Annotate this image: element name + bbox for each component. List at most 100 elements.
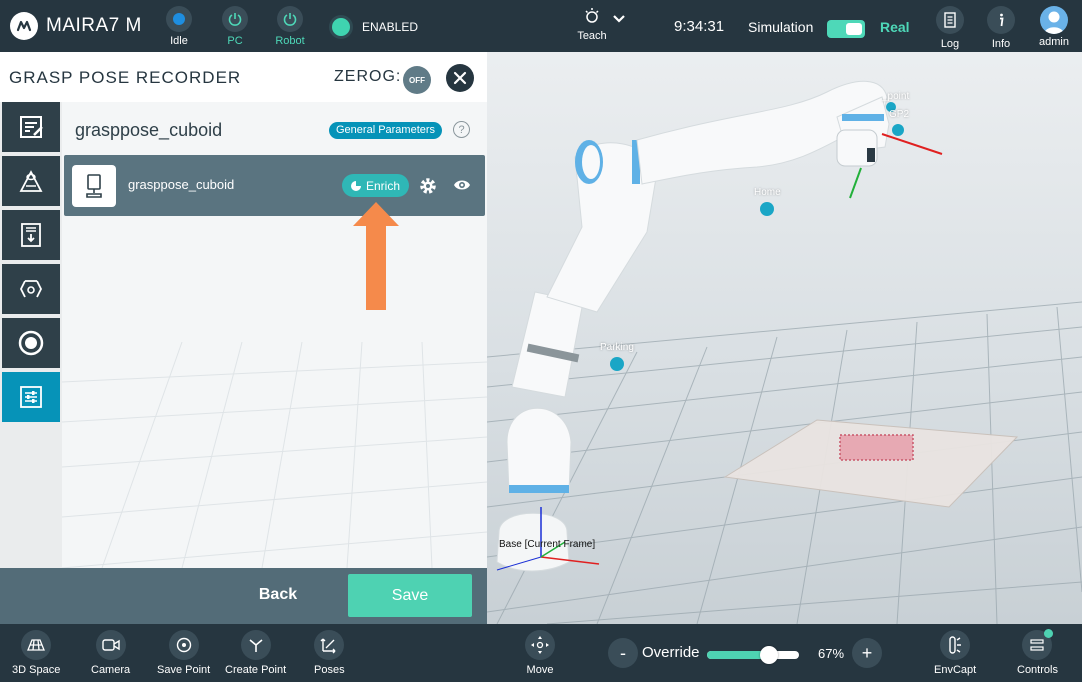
avatar-icon [1040,6,1068,34]
tab-record[interactable] [2,318,60,370]
override-value: 67% [818,646,845,661]
enrich-label: Enrich [366,178,401,193]
move-button[interactable]: Move [525,630,555,676]
panel-content: grasppose_cuboid General Parameters ? gr… [62,102,487,568]
user-label: admin [1039,36,1069,48]
panel-header: GRASP POSE RECORDER ZEROG: OFF [0,52,487,102]
environment-capture-icon [949,636,962,654]
save-button[interactable]: Save [348,574,472,617]
override-slider-handle[interactable] [759,646,778,664]
info-button[interactable]: Info [981,6,1021,50]
back-button[interactable]: Back [238,586,318,604]
controls-status-dot-icon [1044,629,1054,638]
user-menu-button[interactable]: admin [1034,6,1074,48]
teach-mode-button[interactable]: Teach [572,6,612,42]
enabled-status-label: ENABLED [362,20,419,34]
move-arrows-icon [531,636,549,654]
enabled-status-icon [332,18,350,36]
controls-icon [1030,639,1045,651]
controls-button[interactable]: Controls [1017,629,1058,676]
clock: 9:34:31 [674,18,725,35]
tab-download[interactable] [2,210,60,262]
gp2-point-label: GP2 [889,109,910,120]
eye-icon [454,180,470,190]
camera-icon [101,639,120,651]
sliders-icon [20,386,42,408]
robot-power-button[interactable]: Robot [270,6,310,47]
camera-label: Camera [91,664,131,676]
override-increase-button[interactable]: + [852,638,882,668]
zerog-toggle[interactable]: OFF [403,66,431,94]
save-point-icon [176,637,191,653]
pc-label: PC [227,35,243,47]
download-box-icon [21,223,41,247]
save-point-label: Save Point [157,664,211,676]
close-button[interactable] [446,64,474,92]
edit-document-icon [20,116,43,138]
simulation-real-toggle[interactable] [827,20,865,38]
robot-model-name: MAIRA7 M [46,15,142,36]
help-icon[interactable]: ? [453,121,470,138]
general-parameters-button[interactable]: General Parameters [329,122,443,139]
simulation-label: Simulation [748,19,814,35]
poses-button[interactable]: Poses [314,630,345,676]
settings-button[interactable] [418,176,438,201]
envcapt-button[interactable]: EnvCapt [934,630,976,676]
project-name: grasppose_cuboid [75,120,223,140]
poses-icon [320,638,336,654]
3d-viewport[interactable]: _point GP2 Home Parking Base [Current Fr… [487,52,1082,624]
tab-gripper[interactable] [2,264,60,316]
bottom-bar: 3D Space Camera Save Point Create Point … [0,624,1082,682]
item-name: grasppose_cuboid [128,177,235,192]
robot-label: Robot [275,35,305,47]
panel-footer: Back Save [0,568,487,624]
list-item[interactable]: grasppose_cuboid Enrich [64,155,485,216]
tab-object-view[interactable] [2,156,60,208]
3d-space-button[interactable]: 3D Space [12,630,60,676]
tcp-point-label: _point [882,91,910,102]
zerog-label: ZEROG: [334,68,402,85]
visibility-button[interactable] [453,178,471,197]
object-file-icon [86,174,102,198]
create-point-button[interactable]: Create Point [225,630,286,676]
enrich-icon [351,180,361,191]
enrich-button[interactable]: Enrich [342,174,410,197]
poses-label: Poses [314,664,345,676]
move-label: Move [526,664,554,676]
override-slider[interactable] [707,646,799,664]
power-icon [283,13,297,26]
side-tab-bar [0,102,62,568]
log-label: Log [940,38,960,50]
grid-3d-icon [27,639,46,651]
top-bar: MAIRA7 M Idle PC Robot ENABLED Teach 9:3… [0,0,1082,52]
override-decrease-button[interactable]: - [608,638,638,668]
idle-label: Idle [170,35,188,47]
info-label: Info [991,38,1011,50]
tab-parameters[interactable] [2,372,60,424]
save-point-button[interactable]: Save Point [157,630,210,676]
record-target-icon [18,330,44,356]
real-label: Real [880,19,910,35]
tab-edit[interactable] [2,102,60,154]
annotation-arrow-icon [353,202,399,310]
log-icon [944,12,956,28]
base-frame-label: Base [Current Frame] [499,539,596,550]
power-cycle-icon [228,13,242,26]
panel-title: GRASP POSE RECORDER [9,68,242,87]
pc-button[interactable]: PC [215,6,255,47]
create-point-label: Create Point [225,664,287,676]
object-thumbnail [72,165,116,207]
neura-logo-icon [10,12,38,40]
teach-icon [585,8,599,23]
floor-grid-backdrop [62,342,487,568]
idle-button[interactable]: Idle [159,6,199,47]
chevron-down-icon[interactable] [612,12,626,31]
gear-icon [420,178,436,194]
info-icon [1000,13,1004,27]
override-label: Override [642,644,700,661]
object-scan-icon [19,170,43,192]
envcapt-label: EnvCapt [934,664,977,676]
log-button[interactable]: Log [930,6,970,50]
camera-button[interactable]: Camera [91,630,130,676]
close-icon [453,71,467,85]
